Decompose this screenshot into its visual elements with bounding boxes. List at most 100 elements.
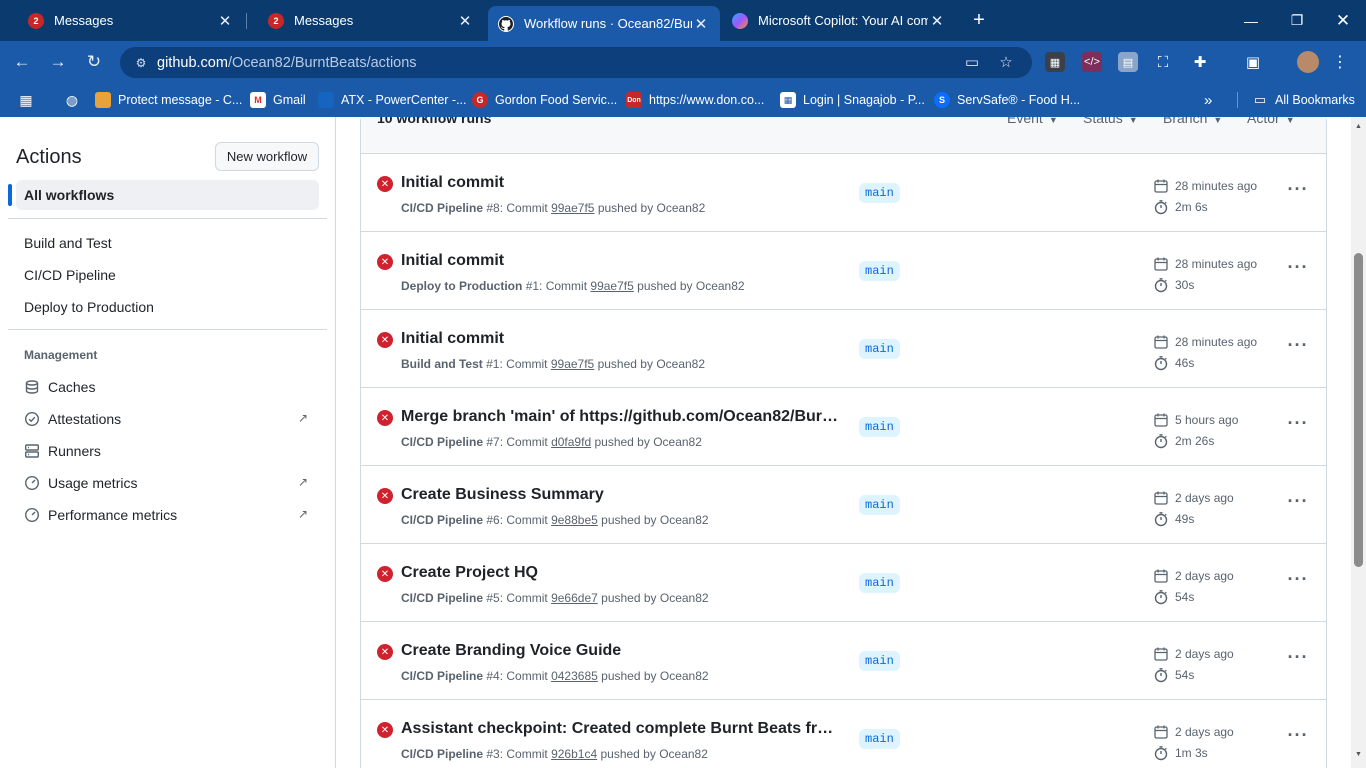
more-options-kebab-icon[interactable]: ···	[1285, 414, 1311, 438]
apps-grid-icon[interactable]: ▦	[18, 91, 41, 109]
bookmark-star-icon[interactable]: ☆	[994, 51, 1018, 75]
close-tab-icon[interactable]: ✕	[692, 15, 710, 33]
page-scrollbar[interactable]: ▲ ▼	[1351, 117, 1366, 768]
close-tab-icon[interactable]: ✕	[456, 12, 474, 30]
sidebar-item-usage-metrics[interactable]: Usage metrics ↗	[24, 473, 314, 493]
table-row[interactable]: ✕ Merge branch 'main' of https://github.c…	[361, 388, 1326, 466]
run-title[interactable]: Initial commit	[401, 252, 841, 270]
bookmark-item[interactable]: S ServSafe® - Food H...	[934, 91, 1080, 109]
table-row[interactable]: ✕ Create Project HQ CI/CD Pipeline #5: Com…	[361, 544, 1326, 622]
all-bookmarks-button[interactable]: ▭ All Bookmarks	[1252, 91, 1355, 109]
commit-sha-link[interactable]: 99ae7f5	[551, 357, 594, 371]
address-bar[interactable]: ⚙ github.com/Ocean82/BurntBeats/actions …	[120, 47, 1032, 78]
reload-icon[interactable]: ↻	[82, 50, 106, 74]
back-arrow-icon[interactable]: ←	[10, 50, 34, 74]
branch-label[interactable]: main	[859, 729, 900, 749]
branch-label[interactable]: main	[859, 339, 900, 359]
external-link-icon: ↗	[297, 411, 308, 425]
extension-icon[interactable]: ▦	[1045, 52, 1065, 72]
run-title[interactable]: Assistant checkpoint: Created complete B…	[401, 720, 841, 738]
table-row[interactable]: ✕ Create Branding Voice Guide CI/CD Pipeli…	[361, 622, 1326, 700]
bookmark-item[interactable]: G Gordon Food Servic...	[472, 91, 617, 109]
run-title[interactable]: Initial commit	[401, 174, 841, 192]
sidebar-item-all-workflows[interactable]: All workflows	[16, 180, 319, 210]
commit-sha-link[interactable]: 9e66de7	[551, 591, 598, 605]
sidebar-item-attestations[interactable]: Attestations ↗	[24, 409, 314, 429]
more-options-kebab-icon[interactable]: ···	[1285, 492, 1311, 516]
more-options-kebab-icon[interactable]: ···	[1285, 258, 1311, 282]
minimize-window-icon[interactable]: —	[1228, 0, 1274, 41]
filter-actor[interactable]: Actor ▼	[1247, 117, 1295, 126]
sidebar-item-caches[interactable]: Caches	[24, 377, 314, 397]
close-tab-icon[interactable]: ✕	[928, 12, 946, 30]
bookmarks-overflow-button[interactable]: »	[1204, 91, 1212, 109]
branch-label[interactable]: main	[859, 261, 900, 281]
more-options-kebab-icon[interactable]: ···	[1285, 726, 1311, 750]
sidebar-item-runners[interactable]: Runners	[24, 441, 314, 461]
table-row[interactable]: ✕ Initial commit Build and Test #1: Commit…	[361, 310, 1326, 388]
more-options-kebab-icon[interactable]: ···	[1285, 180, 1311, 204]
browser-tab[interactable]: 2 Messages ✕	[248, 0, 484, 41]
commit-sha-link[interactable]: 99ae7f5	[551, 201, 594, 215]
branch-label[interactable]: main	[859, 573, 900, 593]
bookmark-item[interactable]: M Gmail	[250, 91, 306, 109]
close-window-icon[interactable]: ✕	[1320, 0, 1366, 41]
table-row[interactable]: ✕ Initial commit CI/CD Pipeline #8: Commit…	[361, 154, 1326, 232]
extensions-puzzle-icon[interactable]: ✚	[1190, 52, 1210, 72]
address-url[interactable]: github.com/Ocean82/BurntBeats/actions	[157, 55, 417, 71]
branch-label[interactable]: main	[859, 417, 900, 437]
more-options-kebab-icon[interactable]: ···	[1285, 570, 1311, 594]
don-favicon-icon: Don	[626, 92, 642, 108]
browser-tab-active[interactable]: Workflow runs · Ocean82/BurntBeats ✕	[488, 6, 720, 41]
branch-label[interactable]: main	[859, 183, 900, 203]
close-tab-icon[interactable]: ✕	[216, 12, 234, 30]
bookmark-item[interactable]: ATX - PowerCenter -...	[318, 91, 467, 109]
site-info-icon[interactable]: ⚙	[130, 56, 152, 70]
run-title[interactable]: Create Branding Voice Guide	[401, 642, 841, 660]
side-panel-icon[interactable]: ▣	[1243, 52, 1263, 72]
scroll-down-icon[interactable]: ▼	[1354, 751, 1363, 758]
branch-label[interactable]: main	[859, 651, 900, 671]
forward-arrow-icon[interactable]: →	[46, 50, 70, 74]
bookmark-item[interactable]: Don https://www.don.co...	[626, 91, 764, 109]
filter-branch[interactable]: Branch ▼	[1163, 117, 1222, 126]
screenshot-extension-icon[interactable]: ⛶	[1153, 52, 1173, 72]
branch-label[interactable]: main	[859, 495, 900, 515]
scrollbar-thumb[interactable]	[1354, 253, 1363, 567]
table-row[interactable]: ✕ Create Business Summary CI/CD Pipeline #…	[361, 466, 1326, 544]
install-app-icon[interactable]: ▭	[960, 51, 984, 75]
browser-tab[interactable]: Microsoft Copilot: Your AI companion ✕	[722, 0, 956, 41]
commit-sha-link[interactable]: d0fa9fd	[551, 435, 591, 449]
sidebar-item-build-and-test[interactable]: Build and Test	[24, 235, 112, 251]
commit-sha-link[interactable]: 0423685	[551, 669, 598, 683]
extension-icon[interactable]: ▤	[1118, 52, 1138, 72]
sidebar-item-performance-metrics[interactable]: Performance metrics ↗	[24, 505, 314, 525]
run-title[interactable]: Create Project HQ	[401, 564, 841, 582]
restore-window-icon[interactable]: ❐	[1274, 0, 1320, 41]
browser-menu-icon[interactable]: ⋮	[1330, 52, 1350, 72]
new-workflow-button[interactable]: New workflow	[215, 142, 319, 171]
bookmark-item[interactable]: Protect message - C...	[95, 91, 242, 109]
new-tab-button[interactable]: +	[968, 9, 990, 31]
globe-icon[interactable]: ◍	[64, 91, 87, 109]
filter-status[interactable]: Status ▼	[1083, 117, 1138, 126]
run-title[interactable]: Merge branch 'main' of https://github.co…	[401, 408, 841, 426]
run-title[interactable]: Initial commit	[401, 330, 841, 348]
commit-sha-link[interactable]: 926b1c4	[551, 747, 597, 761]
bookmark-item[interactable]: ▦ Login | Snagajob - P...	[780, 91, 925, 109]
browser-tab[interactable]: 2 Messages ✕	[8, 0, 244, 41]
filter-event[interactable]: Event ▼	[1007, 117, 1058, 126]
table-row[interactable]: ✕ Assistant checkpoint: Created complete …	[361, 700, 1326, 768]
run-title[interactable]: Create Business Summary	[401, 486, 841, 504]
run-duration: 2m 6s	[1153, 198, 1208, 216]
more-options-kebab-icon[interactable]: ···	[1285, 336, 1311, 360]
code-extension-icon[interactable]: </>	[1082, 52, 1102, 72]
sidebar-item-deploy-to-production[interactable]: Deploy to Production	[24, 299, 154, 315]
profile-avatar[interactable]	[1297, 51, 1319, 73]
more-options-kebab-icon[interactable]: ···	[1285, 648, 1311, 672]
commit-sha-link[interactable]: 99ae7f5	[590, 279, 633, 293]
sidebar-item-cicd-pipeline[interactable]: CI/CD Pipeline	[24, 267, 116, 283]
table-row[interactable]: ✕ Initial commit Deploy to Production #1: …	[361, 232, 1326, 310]
commit-sha-link[interactable]: 9e88be5	[551, 513, 598, 527]
scroll-up-icon[interactable]: ▲	[1354, 123, 1363, 130]
